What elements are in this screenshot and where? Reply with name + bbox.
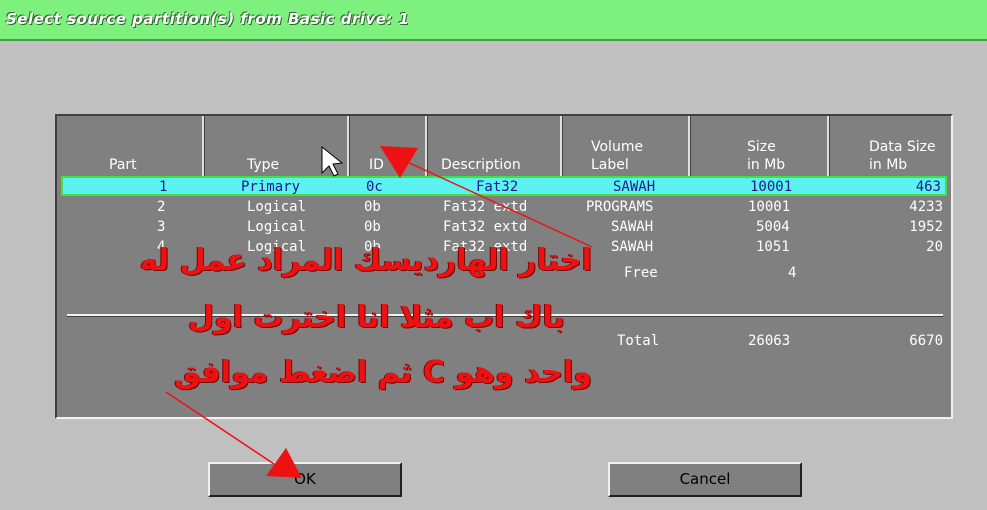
annotation-arrows: [165, 145, 593, 478]
arrow-line-to-ok: [165, 391, 281, 469]
mouse-pointer-icon: [321, 145, 344, 177]
arrow-line-to-row: [402, 159, 593, 248]
arrowhead-to-row-icon: [380, 146, 418, 178]
